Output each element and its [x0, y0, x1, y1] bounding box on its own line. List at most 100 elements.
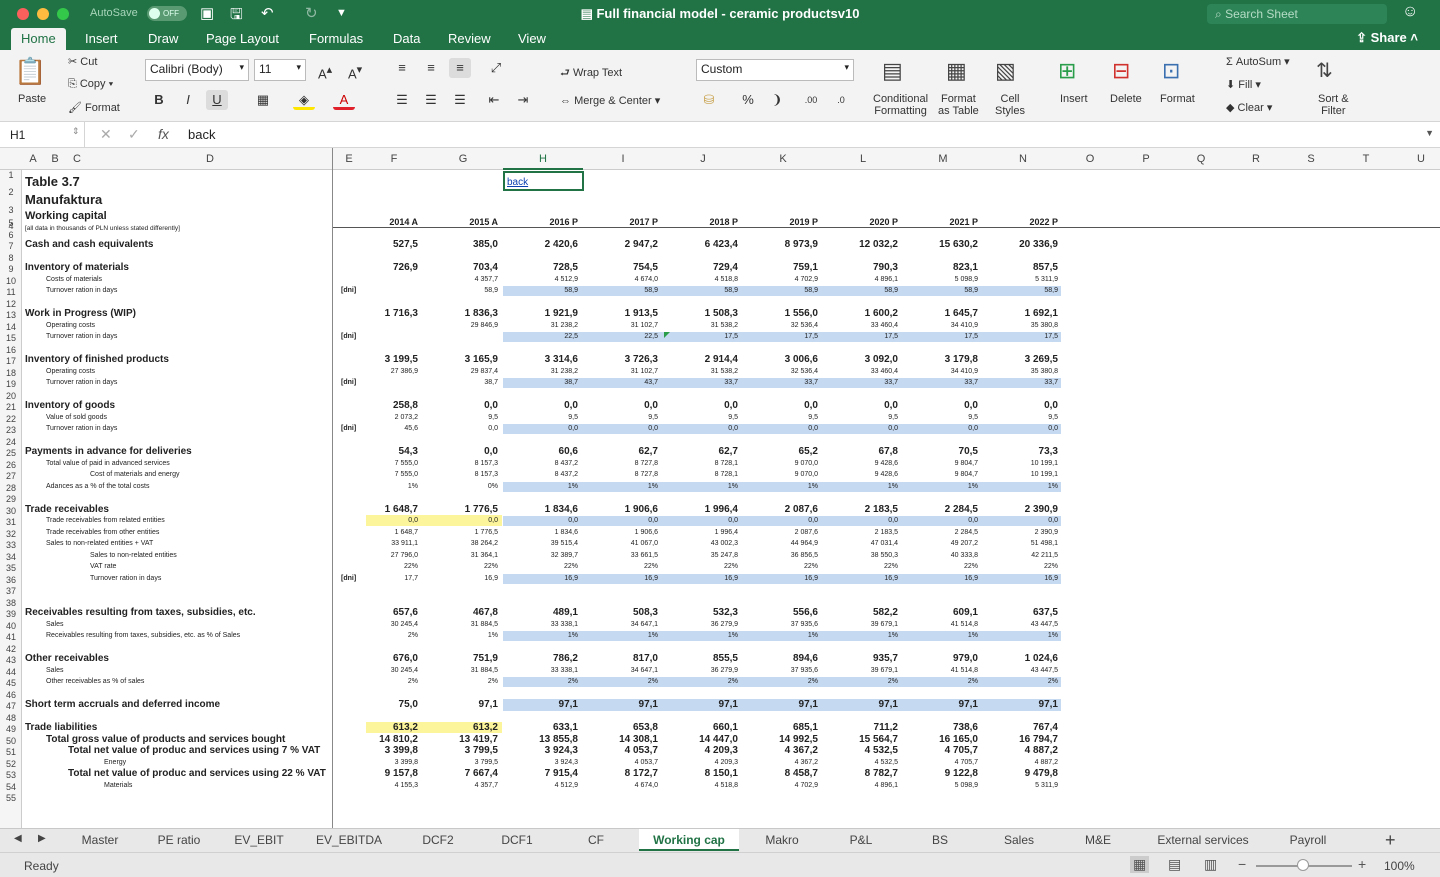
- row-header[interactable]: 42: [0, 644, 22, 656]
- data-cell[interactable]: 6 423,4: [668, 239, 738, 250]
- data-cell[interactable]: 685,1: [748, 722, 818, 733]
- data-cell[interactable]: 660,1: [668, 722, 738, 733]
- data-cell[interactable]: 935,7: [828, 653, 898, 664]
- data-cell[interactable]: 2%: [428, 678, 498, 685]
- font-color-icon[interactable]: A: [333, 90, 355, 110]
- row-header[interactable]: 39: [0, 609, 22, 621]
- data-cell[interactable]: 31 538,2: [668, 322, 738, 329]
- data-cell[interactable]: 738,6: [908, 722, 978, 733]
- data-cell[interactable]: 97,1: [428, 699, 498, 710]
- row-header[interactable]: 49: [0, 724, 22, 736]
- data-cell[interactable]: 3 924,3: [508, 759, 578, 766]
- row-header[interactable]: 33: [0, 540, 22, 552]
- row-header[interactable]: 46: [0, 690, 22, 702]
- data-cell[interactable]: 3 924,3: [508, 745, 578, 756]
- cut-button[interactable]: ✂ Cut: [68, 55, 97, 68]
- clear-button[interactable]: ◆ Clear ▾: [1226, 101, 1272, 114]
- data-cell[interactable]: 16,9: [828, 575, 898, 582]
- col-header-N[interactable]: N: [1013, 153, 1033, 165]
- data-cell[interactable]: 1%: [428, 632, 498, 639]
- data-cell[interactable]: 0,0: [908, 400, 978, 411]
- data-cell[interactable]: 0,0: [428, 517, 498, 524]
- data-cell[interactable]: 9,5: [988, 414, 1058, 421]
- data-cell[interactable]: 1 836,3: [428, 308, 498, 319]
- data-cell[interactable]: 7 555,0: [348, 471, 418, 478]
- data-cell[interactable]: 39 515,4: [508, 540, 578, 547]
- data-cell[interactable]: 31 884,5: [428, 621, 498, 628]
- data-cell[interactable]: 2 073,2: [348, 414, 418, 421]
- data-cell[interactable]: 633,1: [508, 722, 578, 733]
- data-cell[interactable]: 657,6: [348, 607, 418, 618]
- data-cell[interactable]: 0,0: [508, 425, 578, 432]
- row-header[interactable]: 10: [0, 276, 22, 288]
- cell-styles-icon[interactable]: ▧: [995, 58, 1016, 84]
- data-cell[interactable]: 8 458,7: [748, 768, 818, 779]
- data-cell[interactable]: 67,8: [828, 446, 898, 457]
- data-cell[interactable]: 0,0: [588, 425, 658, 432]
- row-header[interactable]: 20: [0, 391, 22, 403]
- data-cell[interactable]: 0,0: [988, 425, 1058, 432]
- number-format-select[interactable]: Custom ▾: [696, 59, 854, 81]
- data-cell[interactable]: 9 070,0: [748, 460, 818, 467]
- data-cell[interactable]: 16,9: [588, 575, 658, 582]
- data-cell[interactable]: 38,7: [428, 379, 498, 386]
- row-header[interactable]: 52: [0, 759, 22, 771]
- data-cell[interactable]: 8 728,1: [668, 471, 738, 478]
- data-cell[interactable]: 4 702,9: [748, 276, 818, 283]
- data-cell[interactable]: 97,1: [508, 699, 578, 710]
- data-cell[interactable]: 43 447,5: [988, 667, 1058, 674]
- data-cell[interactable]: 9 122,8: [908, 768, 978, 779]
- data-cell[interactable]: 0,0: [828, 425, 898, 432]
- data-cell[interactable]: 2%: [828, 678, 898, 685]
- data-cell[interactable]: 8 727,8: [588, 471, 658, 478]
- data-cell[interactable]: 43 447,5: [988, 621, 1058, 628]
- data-cell[interactable]: 613,2: [348, 722, 418, 733]
- data-cell[interactable]: 0,0: [668, 517, 738, 524]
- data-cell[interactable]: 532,3: [668, 607, 738, 618]
- name-box-stepper-icon[interactable]: ⇕: [72, 126, 80, 137]
- data-cell[interactable]: 47 031,4: [828, 540, 898, 547]
- col-header-I[interactable]: I: [613, 153, 633, 165]
- paste-button[interactable]: Paste: [18, 93, 46, 105]
- add-sheet-button[interactable]: +: [1385, 830, 1396, 851]
- data-cell[interactable]: 1 913,5: [588, 308, 658, 319]
- data-cell[interactable]: 613,2: [428, 722, 498, 733]
- cell-styles-button[interactable]: Cell Styles: [995, 93, 1025, 117]
- data-cell[interactable]: 34 647,1: [588, 667, 658, 674]
- data-cell[interactable]: 31 364,1: [428, 552, 498, 559]
- data-cell[interactable]: 22%: [748, 563, 818, 570]
- data-cell[interactable]: 32 536,4: [748, 322, 818, 329]
- data-cell[interactable]: 58,9: [748, 287, 818, 294]
- data-cell[interactable]: 62,7: [668, 446, 738, 457]
- sheet-tab[interactable]: Payroll: [1258, 833, 1358, 847]
- data-cell[interactable]: 9,5: [588, 414, 658, 421]
- row-header[interactable]: 44: [0, 667, 22, 679]
- data-cell[interactable]: 15 630,2: [908, 239, 978, 250]
- data-cell[interactable]: 4 702,9: [748, 782, 818, 789]
- data-cell[interactable]: 489,1: [508, 607, 578, 618]
- data-cell[interactable]: 1%: [748, 483, 818, 490]
- data-cell[interactable]: 22%: [348, 563, 418, 570]
- data-cell[interactable]: 1 776,5: [428, 529, 498, 536]
- font-name-select[interactable]: Calibri (Body) ▾: [145, 59, 249, 81]
- data-cell[interactable]: 1%: [908, 632, 978, 639]
- italic-button[interactable]: I: [177, 90, 199, 110]
- page-break-view-icon[interactable]: ▥: [1204, 856, 1217, 873]
- data-cell[interactable]: 1 600,2: [828, 308, 898, 319]
- data-cell[interactable]: 3 799,5: [428, 745, 498, 756]
- data-cell[interactable]: 9 428,6: [828, 460, 898, 467]
- data-cell[interactable]: 1%: [988, 483, 1058, 490]
- data-cell[interactable]: 3 092,0: [828, 354, 898, 365]
- borders-icon[interactable]: ▦: [252, 90, 274, 110]
- sort-filter-icon[interactable]: ⇅: [1316, 58, 1333, 83]
- data-cell[interactable]: 7 555,0: [348, 460, 418, 467]
- bold-button[interactable]: B: [148, 90, 170, 110]
- data-cell[interactable]: 0,0: [828, 517, 898, 524]
- data-cell[interactable]: 10 199,1: [988, 471, 1058, 478]
- data-cell[interactable]: 16,9: [988, 575, 1058, 582]
- spreadsheet-grid[interactable]: ABCDEFGHIJKLMNOPQRSTU 1 2 3 4 5 6 7 8 9 10 11 12 13 1…: [0, 148, 1440, 828]
- data-cell[interactable]: 20 336,9: [988, 239, 1058, 250]
- data-cell[interactable]: 5 098,9: [908, 782, 978, 789]
- data-cell[interactable]: 0,0: [908, 517, 978, 524]
- data-cell[interactable]: 4 357,7: [428, 276, 498, 283]
